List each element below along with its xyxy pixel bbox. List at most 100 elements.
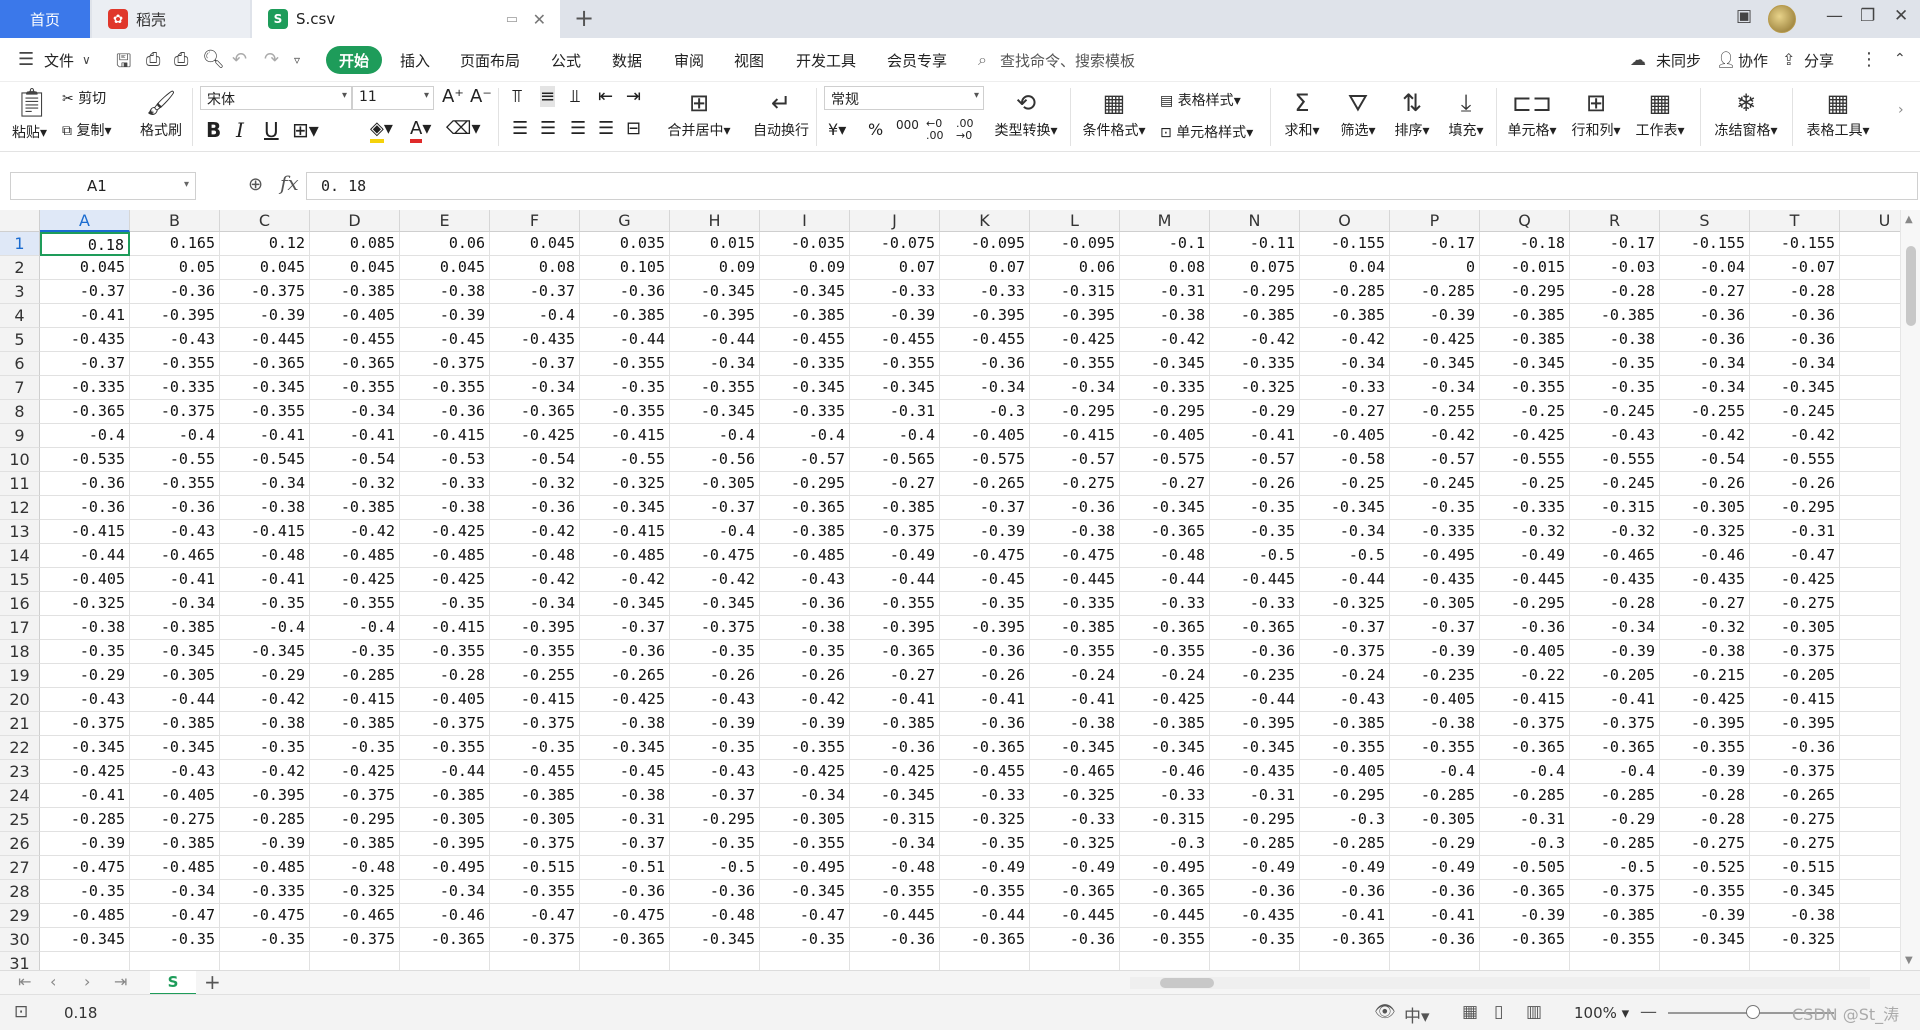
- table-cell[interactable]: -0.285: [1480, 784, 1570, 808]
- table-cell[interactable]: -0.31: [850, 400, 940, 424]
- cell-button[interactable]: ⊏⊐ 单元格▾: [1500, 86, 1564, 140]
- table-cell[interactable]: -0.41: [220, 424, 310, 448]
- table-cell[interactable]: -0.355: [400, 640, 490, 664]
- table-cell[interactable]: -0.285: [1300, 832, 1390, 856]
- table-cell[interactable]: -0.43: [760, 568, 850, 592]
- table-cell[interactable]: -0.47: [1750, 544, 1840, 568]
- row-header[interactable]: 29: [0, 904, 40, 928]
- table-cell[interactable]: -0.26: [670, 664, 760, 688]
- table-cell[interactable]: -0.43: [1570, 424, 1660, 448]
- bold-icon[interactable]: B: [206, 118, 221, 142]
- table-cell[interactable]: -0.345: [1210, 736, 1300, 760]
- increase-decimal-button[interactable]: ←0 .00: [926, 118, 956, 142]
- table-cell[interactable]: -0.285: [1570, 832, 1660, 856]
- cut-button[interactable]: ✂ 剪切: [62, 88, 106, 108]
- table-cell[interactable]: -0.35: [940, 592, 1030, 616]
- table-cell[interactable]: -0.465: [1570, 544, 1660, 568]
- table-cell[interactable]: -0.475: [940, 544, 1030, 568]
- table-cell[interactable]: -0.385: [400, 784, 490, 808]
- table-cell[interactable]: -0.445: [850, 904, 940, 928]
- table-cell[interactable]: -0.295: [670, 808, 760, 832]
- table-cell[interactable]: -0.325: [1030, 784, 1120, 808]
- table-cell[interactable]: -0.365: [1570, 736, 1660, 760]
- table-cell[interactable]: -0.27: [1120, 472, 1210, 496]
- table-cell[interactable]: -0.46: [1660, 544, 1750, 568]
- table-cell[interactable]: -0.48: [1120, 544, 1210, 568]
- table-cell[interactable]: -0.485: [580, 544, 670, 568]
- table-cell[interactable]: -0.405: [1480, 640, 1570, 664]
- table-cell[interactable]: -0.015: [1480, 256, 1570, 280]
- table-cell[interactable]: -0.385: [1480, 304, 1570, 328]
- table-cell[interactable]: -0.345: [1120, 352, 1210, 376]
- add-sheet-button[interactable]: +: [204, 970, 221, 994]
- table-cell[interactable]: -0.345: [580, 496, 670, 520]
- table-cell[interactable]: -0.38: [1390, 712, 1480, 736]
- table-cell[interactable]: -0.35: [760, 928, 850, 952]
- table-cell[interactable]: -0.3: [1480, 832, 1570, 856]
- table-cell[interactable]: -0.425: [1030, 328, 1120, 352]
- table-cell[interactable]: -0.34: [1390, 376, 1480, 400]
- table-cell[interactable]: -0.325: [580, 472, 670, 496]
- table-cell[interactable]: -0.41: [310, 424, 400, 448]
- table-cell[interactable]: 0.05: [130, 256, 220, 280]
- table-cell[interactable]: -0.36: [760, 592, 850, 616]
- table-cell[interactable]: -0.42: [760, 688, 850, 712]
- table-cell[interactable]: -0.435: [1210, 760, 1300, 784]
- table-cell[interactable]: -0.54: [490, 448, 580, 472]
- table-cell[interactable]: -0.35: [40, 880, 130, 904]
- table-cell[interactable]: -0.11: [1210, 232, 1300, 256]
- table-cell[interactable]: -0.235: [1390, 664, 1480, 688]
- table-cell[interactable]: -0.365: [400, 928, 490, 952]
- table-cell[interactable]: -0.315: [850, 808, 940, 832]
- table-cell[interactable]: -0.36: [130, 280, 220, 304]
- customize-chevron-icon[interactable]: ▿: [294, 53, 300, 67]
- table-cell[interactable]: -0.26: [1750, 472, 1840, 496]
- table-cell[interactable]: [130, 952, 220, 970]
- table-cell[interactable]: -0.305: [670, 472, 760, 496]
- table-cell[interactable]: -0.45: [580, 760, 670, 784]
- row-header[interactable]: 12: [0, 496, 40, 520]
- table-cell[interactable]: -0.03: [1570, 256, 1660, 280]
- table-cell[interactable]: -0.275: [1750, 832, 1840, 856]
- indent-increase-icon[interactable]: ⇥: [626, 86, 641, 107]
- table-cell[interactable]: -0.395: [850, 616, 940, 640]
- table-cell[interactable]: -0.3: [1300, 808, 1390, 832]
- table-cell[interactable]: -0.285: [1390, 784, 1480, 808]
- table-cell[interactable]: -0.36: [1660, 304, 1750, 328]
- table-cell[interactable]: -0.: [1840, 496, 1900, 520]
- table-cell[interactable]: -0.34: [1750, 352, 1840, 376]
- table-cell[interactable]: 0.07: [850, 256, 940, 280]
- table-cell[interactable]: -0.555: [1480, 448, 1570, 472]
- table-cell[interactable]: -0.35: [1390, 496, 1480, 520]
- table-cell[interactable]: -0.35: [220, 592, 310, 616]
- sort-button[interactable]: ⇅ 排序▾: [1384, 86, 1440, 140]
- table-cell[interactable]: -0.39: [850, 304, 940, 328]
- table-cell[interactable]: -0.385: [130, 832, 220, 856]
- table-cell[interactable]: -0.29: [1210, 400, 1300, 424]
- table-cell[interactable]: -0.075: [850, 232, 940, 256]
- tab-file[interactable]: S S.csv ▭ ✕: [252, 0, 560, 38]
- table-cell[interactable]: -0.355: [1120, 928, 1210, 952]
- table-cell[interactable]: -0.34: [670, 352, 760, 376]
- table-cell[interactable]: -0.33: [400, 472, 490, 496]
- table-cell[interactable]: -0.375: [1750, 760, 1840, 784]
- table-cell[interactable]: -0.54: [1660, 448, 1750, 472]
- font-size-select[interactable]: 11 ▾: [352, 86, 434, 110]
- table-cell[interactable]: -0.25: [1480, 472, 1570, 496]
- table-cell[interactable]: -0: [1840, 280, 1900, 304]
- ribbon-scroll-right-icon[interactable]: ›: [1898, 102, 1904, 118]
- table-cell[interactable]: -0.35: [220, 928, 310, 952]
- table-cell[interactable]: -0.425: [40, 760, 130, 784]
- formula-input[interactable]: 0. 18: [306, 172, 1918, 200]
- fill-color-icon[interactable]: ◈▾: [370, 118, 393, 143]
- table-cell[interactable]: -0.18: [1480, 232, 1570, 256]
- table-cell[interactable]: -0.33: [850, 280, 940, 304]
- table-cell[interactable]: -0.445: [1120, 904, 1210, 928]
- table-cell[interactable]: -0.44: [1120, 568, 1210, 592]
- column-header[interactable]: P: [1390, 210, 1480, 232]
- table-cell[interactable]: -0.44: [400, 760, 490, 784]
- table-cell[interactable]: -0.335: [1120, 376, 1210, 400]
- table-cell[interactable]: -0.355: [220, 400, 310, 424]
- table-cell[interactable]: -0.37: [670, 784, 760, 808]
- table-cell[interactable]: [220, 952, 310, 970]
